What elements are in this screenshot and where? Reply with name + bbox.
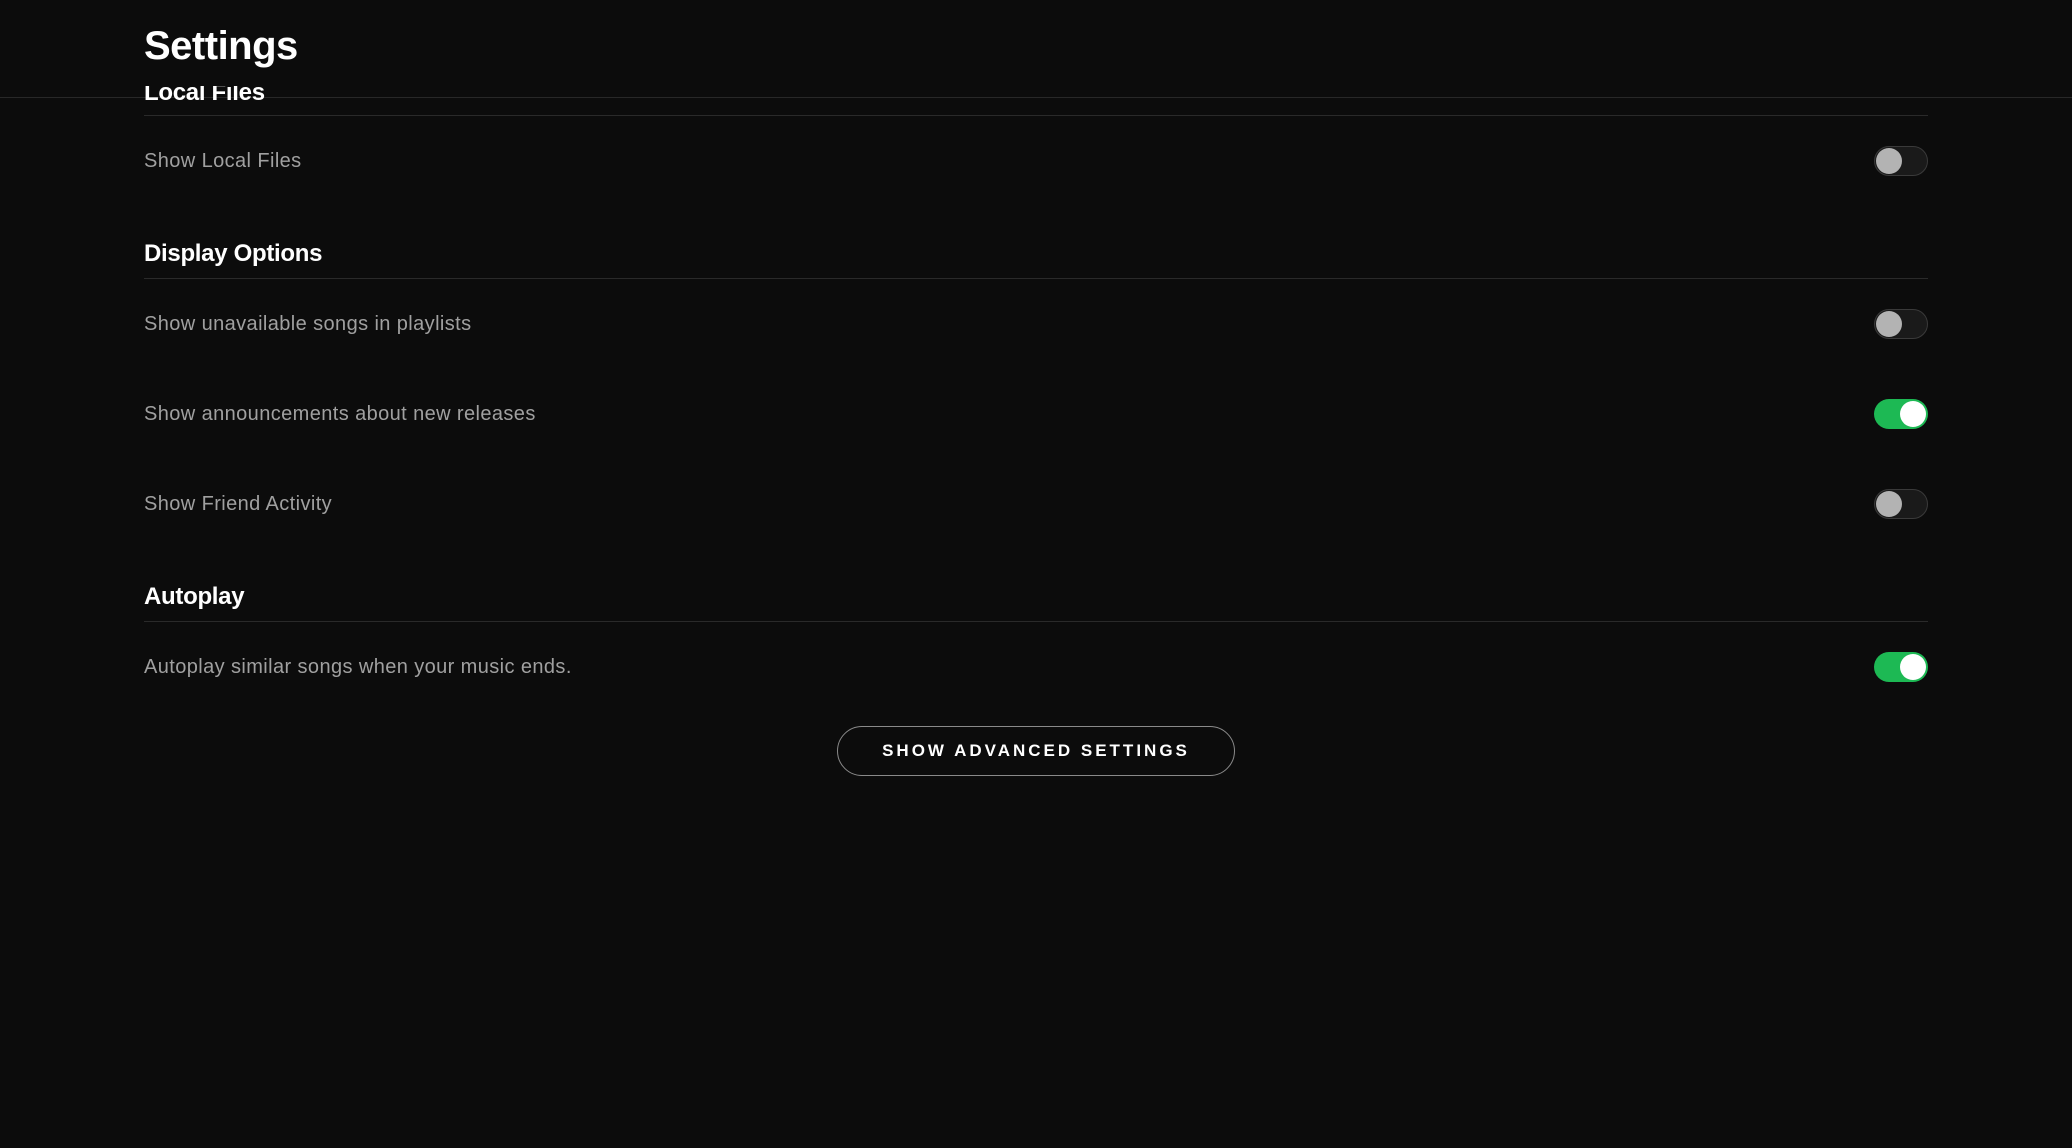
label-show-local-files: Show Local Files	[144, 150, 302, 173]
row-unavailable-songs: Show unavailable songs in playlists	[144, 279, 1928, 369]
toggle-knob	[1876, 491, 1902, 517]
section-autoplay: Autoplay Autoplay similar songs when you…	[144, 583, 1928, 712]
section-local-files: Local Files Show Local Files	[144, 86, 1928, 206]
row-announcements: Show announcements about new releases	[144, 369, 1928, 459]
section-title-display-options: Display Options	[144, 240, 1928, 279]
row-autoplay-similar: Autoplay similar songs when your music e…	[144, 622, 1928, 712]
toggle-knob	[1876, 148, 1902, 174]
settings-header: Settings	[0, 0, 2072, 98]
toggle-knob	[1900, 401, 1926, 427]
row-show-local-files: Show Local Files	[144, 116, 1928, 206]
settings-content: Local Files Show Local Files Display Opt…	[0, 86, 2072, 816]
toggle-announcements[interactable]	[1874, 399, 1928, 429]
toggle-knob	[1876, 311, 1902, 337]
section-display-options: Display Options Show unavailable songs i…	[144, 240, 1928, 549]
row-friend-activity: Show Friend Activity	[144, 459, 1928, 549]
label-announcements: Show announcements about new releases	[144, 403, 536, 426]
label-autoplay-similar: Autoplay similar songs when your music e…	[144, 656, 572, 679]
page-title: Settings	[144, 24, 2072, 69]
toggle-knob	[1900, 654, 1926, 680]
section-title-autoplay: Autoplay	[144, 583, 1928, 622]
section-title-local-files: Local Files	[144, 86, 1928, 116]
label-friend-activity: Show Friend Activity	[144, 493, 332, 516]
advanced-settings-wrap: SHOW ADVANCED SETTINGS	[144, 726, 1928, 776]
toggle-unavailable-songs[interactable]	[1874, 309, 1928, 339]
toggle-friend-activity[interactable]	[1874, 489, 1928, 519]
label-unavailable-songs: Show unavailable songs in playlists	[144, 313, 472, 336]
toggle-show-local-files[interactable]	[1874, 146, 1928, 176]
toggle-autoplay-similar[interactable]	[1874, 652, 1928, 682]
show-advanced-settings-button[interactable]: SHOW ADVANCED SETTINGS	[837, 726, 1235, 776]
